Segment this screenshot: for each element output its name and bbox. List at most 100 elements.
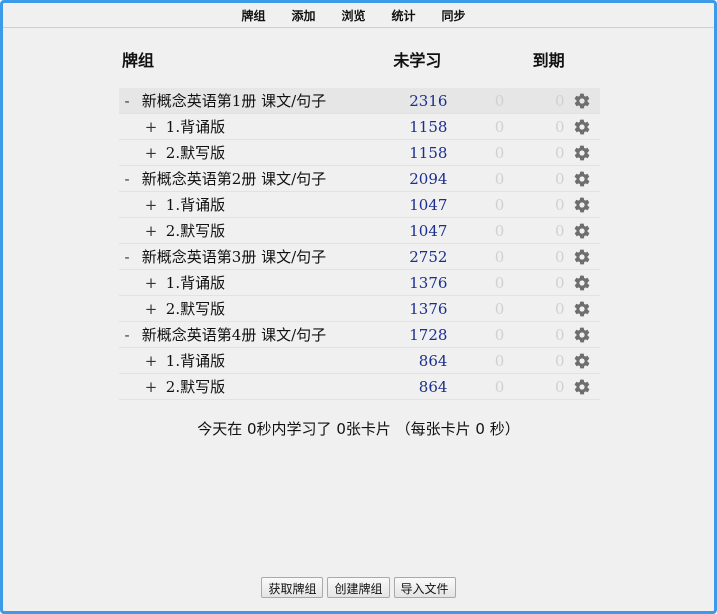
deck-options-cell xyxy=(564,88,600,114)
deck-options-cell xyxy=(564,113,600,140)
deck-collapse-toggle[interactable]: - xyxy=(119,170,135,188)
deck-name-link[interactable]: 1.背诵版 xyxy=(166,274,225,292)
deck-name-cell: + 2.默写版 xyxy=(119,217,389,244)
gear-icon[interactable] xyxy=(573,352,591,370)
deck-row: + 1.背诵版 1376 0 0 xyxy=(119,269,600,296)
deck-learn-count: 0 xyxy=(504,165,565,192)
deck-options-cell xyxy=(564,321,600,348)
deck-row: + 1.背诵版 1158 0 0 xyxy=(119,113,600,140)
gear-icon[interactable] xyxy=(573,196,591,214)
deck-name-cell: + 2.默写版 xyxy=(119,295,389,322)
deck-name-link[interactable]: 新概念英语第1册 课文/句子 xyxy=(142,92,326,110)
deck-list-body: - 新概念英语第1册 课文/句子 2316 0 0 + 1.背诵版 1158 0… xyxy=(119,88,600,400)
gear-icon[interactable] xyxy=(573,248,591,266)
deck-name-cell: + 1.背诵版 xyxy=(119,113,389,140)
deck-name-cell: - 新概念英语第4册 课文/句子 xyxy=(119,321,389,348)
deck-options-cell xyxy=(564,165,600,192)
deck-collapse-toggle[interactable]: + xyxy=(143,222,159,240)
deck-new-count: 1376 xyxy=(388,269,448,296)
deck-collapse-toggle[interactable]: + xyxy=(143,144,159,162)
deck-name-link[interactable]: 新概念英语第2册 课文/句子 xyxy=(142,170,326,188)
nav-browse-link[interactable]: 浏览 xyxy=(341,7,365,24)
deck-row: + 2.默写版 1047 0 0 xyxy=(119,217,600,244)
deck-row: + 2.默写版 1376 0 0 xyxy=(119,295,600,322)
deck-new-count: 1158 xyxy=(388,139,448,166)
deck-learn-count: 0 xyxy=(504,373,565,400)
deck-new-count: 1158 xyxy=(388,113,448,140)
deck-due-count: 0 xyxy=(447,373,505,400)
nav-stats-link[interactable]: 统计 xyxy=(392,7,416,24)
deck-name-link[interactable]: 新概念英语第3册 课文/句子 xyxy=(142,248,326,266)
deck-name-cell: + 1.背诵版 xyxy=(119,347,389,374)
deck-row: + 1.背诵版 1047 0 0 xyxy=(119,191,600,218)
deck-learn-count: 0 xyxy=(504,347,565,374)
deck-row: - 新概念英语第1册 课文/句子 2316 0 0 xyxy=(119,88,600,114)
deck-options-cell xyxy=(564,347,600,374)
gear-icon[interactable] xyxy=(573,378,591,396)
deck-options-cell xyxy=(564,373,600,400)
deck-new-count: 1047 xyxy=(388,191,448,218)
deck-row: + 2.默写版 864 0 0 xyxy=(119,373,600,400)
deck-collapse-toggle[interactable]: - xyxy=(119,248,135,266)
top-toolbar: 牌组 添加 浏览 统计 同步 xyxy=(3,3,714,28)
col-header-deck: 牌组 xyxy=(122,51,155,70)
deck-learn-count: 0 xyxy=(504,217,565,244)
gear-icon[interactable] xyxy=(573,144,591,162)
col-header-due: 到期 xyxy=(532,51,565,70)
deck-due-count: 0 xyxy=(447,321,505,348)
deck-name-cell: + 1.背诵版 xyxy=(119,269,389,296)
nav-add-link[interactable]: 添加 xyxy=(291,7,315,24)
deck-name-link[interactable]: 2.默写版 xyxy=(166,300,225,318)
deck-collapse-toggle[interactable]: + xyxy=(143,196,159,214)
deck-row: - 新概念英语第3册 课文/句子 2752 0 0 xyxy=(119,243,600,270)
deck-collapse-toggle[interactable]: + xyxy=(143,118,159,136)
deck-options-cell xyxy=(564,243,600,270)
deck-name-link[interactable]: 2.默写版 xyxy=(166,222,225,240)
header-spacer xyxy=(119,75,600,88)
deck-collapse-toggle[interactable]: + xyxy=(143,274,159,292)
deck-new-count: 2094 xyxy=(388,165,448,192)
gear-icon[interactable] xyxy=(573,222,591,240)
deck-name-link[interactable]: 新概念英语第4册 课文/句子 xyxy=(142,326,326,344)
deck-due-count: 0 xyxy=(447,269,505,296)
deck-due-count: 0 xyxy=(447,165,505,192)
deck-collapse-toggle[interactable]: - xyxy=(119,92,135,110)
import-file-button[interactable]: 导入文件 xyxy=(393,577,456,598)
deck-name-cell: - 新概念英语第3册 课文/句子 xyxy=(119,243,389,270)
deck-name-cell: + 2.默写版 xyxy=(119,373,389,400)
deck-row: - 新概念英语第4册 课文/句子 1728 0 0 xyxy=(119,321,600,348)
deck-collapse-toggle[interactable]: + xyxy=(143,300,159,318)
gear-icon[interactable] xyxy=(573,300,591,318)
gear-icon[interactable] xyxy=(573,92,591,110)
gear-icon[interactable] xyxy=(573,170,591,188)
nav-decks-link[interactable]: 牌组 xyxy=(241,7,265,24)
deck-name-link[interactable]: 1.背诵版 xyxy=(166,196,225,214)
deck-due-count: 0 xyxy=(447,88,505,114)
nav-sync-link[interactable]: 同步 xyxy=(442,7,466,24)
deck-options-cell xyxy=(564,295,600,322)
deck-name-link[interactable]: 2.默写版 xyxy=(166,144,225,162)
deck-collapse-toggle[interactable]: + xyxy=(143,378,159,396)
deck-new-count: 1728 xyxy=(388,321,448,348)
deck-due-count: 0 xyxy=(447,139,505,166)
gear-icon[interactable] xyxy=(573,274,591,292)
gear-icon[interactable] xyxy=(573,118,591,136)
deck-options-cell xyxy=(564,217,600,244)
deck-learn-count: 0 xyxy=(504,139,565,166)
deck-due-count: 0 xyxy=(447,243,505,270)
deck-collapse-toggle[interactable]: + xyxy=(143,352,159,370)
deck-new-count: 864 xyxy=(388,347,448,374)
get-shared-decks-button[interactable]: 获取牌组 xyxy=(261,577,324,598)
deck-name-link[interactable]: 2.默写版 xyxy=(166,378,225,396)
deck-learn-count: 0 xyxy=(504,269,565,296)
deck-options-cell xyxy=(564,269,600,296)
deck-due-count: 0 xyxy=(447,191,505,218)
deck-name-link[interactable]: 1.背诵版 xyxy=(166,118,225,136)
deck-learn-count: 0 xyxy=(504,295,565,322)
deck-name-link[interactable]: 1.背诵版 xyxy=(166,352,225,370)
deck-table-header: 牌组 未学习 到期 xyxy=(119,43,600,75)
gear-icon[interactable] xyxy=(573,326,591,344)
deck-learn-count: 0 xyxy=(504,243,565,270)
deck-collapse-toggle[interactable]: - xyxy=(119,326,135,344)
create-deck-button[interactable]: 创建牌组 xyxy=(327,577,390,598)
